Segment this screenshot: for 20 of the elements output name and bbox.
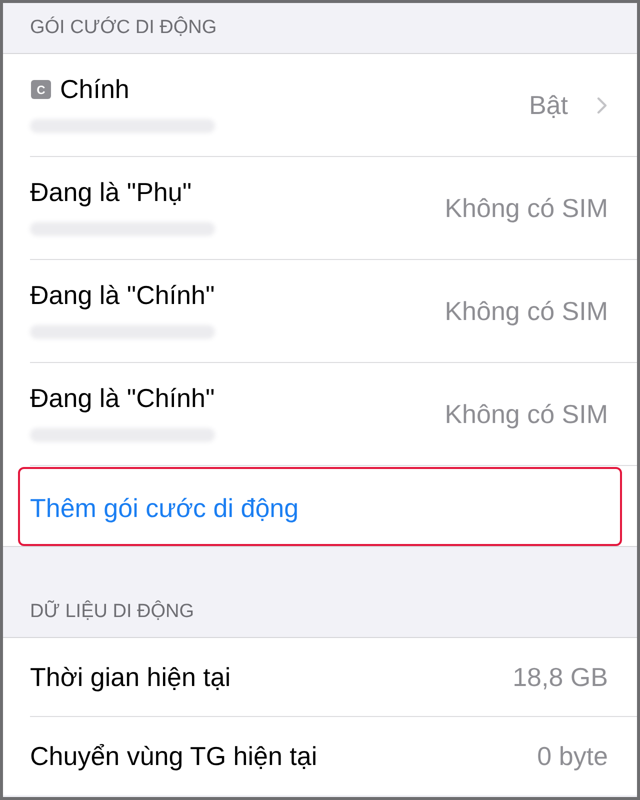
add-plan-link[interactable]: Thêm gói cước di động xyxy=(30,492,299,524)
usage-value: 18,8 GB xyxy=(512,662,608,692)
plan-row[interactable]: Đang là "Chính" Không có SIM xyxy=(3,363,637,465)
sim-badge: C xyxy=(31,80,51,99)
plan-row[interactable]: Đang là "Chính" Không có SIM xyxy=(3,260,637,362)
plan-status: Bật xyxy=(528,90,568,120)
plan-status: Không có SIM xyxy=(444,192,608,224)
section-header: DỮ LIỆU DI ĐỘNG xyxy=(30,600,194,624)
plan-name: Chính xyxy=(60,74,130,105)
plan-row[interactable]: Đang là "Phụ" Không có SIM xyxy=(3,157,637,259)
plan-name: Đang là "Chính" xyxy=(30,280,215,311)
plan-row[interactable]: C Chính Bật xyxy=(3,54,637,156)
usage-label: Chuyển vùng TG hiện tại xyxy=(30,740,318,772)
plan-name: Đang là "Phụ" xyxy=(30,177,192,208)
plan-status: Không có SIM xyxy=(444,296,608,326)
plan-status: Không có SIM xyxy=(444,398,608,430)
plan-name: Đang là "Chính" xyxy=(30,383,215,414)
usage-value: 0 byte xyxy=(537,740,608,772)
section-header: GÓI CƯỚC DI ĐỘNG xyxy=(30,16,217,40)
usage-label: Thời gian hiện tại xyxy=(30,662,231,692)
